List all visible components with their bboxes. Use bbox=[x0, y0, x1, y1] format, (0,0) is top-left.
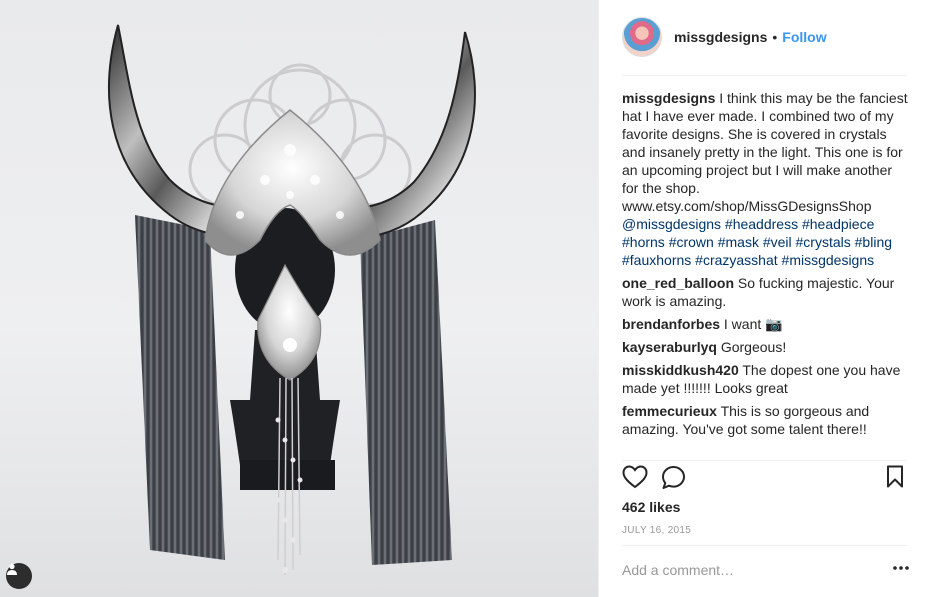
add-comment-input[interactable] bbox=[622, 562, 857, 578]
comment-username[interactable]: misskiddkush420 bbox=[622, 362, 739, 378]
post-header: missgdesigns • Follow bbox=[622, 17, 827, 57]
comment-item: misskiddkush420 The dopest one you have … bbox=[622, 361, 910, 397]
like-count[interactable]: 462 likes bbox=[622, 499, 680, 515]
author-username[interactable]: missgdesigns bbox=[674, 29, 767, 45]
person-tag-icon bbox=[7, 563, 17, 575]
post-sidebar: missgdesigns • Follow missgdesigns I thi… bbox=[598, 0, 927, 597]
header-separator: • bbox=[772, 29, 778, 45]
comment-item: femmecurieux This is so gorgeous and ama… bbox=[622, 402, 910, 438]
ellipsis-icon[interactable] bbox=[893, 566, 909, 570]
tagged-people-button[interactable] bbox=[6, 563, 32, 589]
instagram-post: missgdesigns • Follow missgdesigns I thi… bbox=[0, 0, 927, 597]
caption-text: I think this may be the fanciest hat I h… bbox=[622, 90, 908, 214]
headdress-photo-illustration bbox=[108, 24, 476, 576]
action-bar bbox=[622, 465, 912, 491]
speech-bubble-icon[interactable] bbox=[661, 465, 686, 490]
caption-hashtags[interactable]: @missgdesigns #headdress #headpiece #hor… bbox=[622, 216, 892, 268]
comment-item: brendanforbes I want 📷 bbox=[622, 315, 910, 333]
post-date: JULY 16, 2015 bbox=[622, 525, 692, 536]
comments-divider bbox=[622, 460, 907, 461]
bookmark-icon[interactable] bbox=[886, 465, 904, 488]
comment-username[interactable]: one_red_balloon bbox=[622, 275, 734, 291]
comment-text: I want 📷 bbox=[723, 316, 783, 332]
caption: missgdesigns I think this may be the fan… bbox=[622, 89, 910, 269]
comment-text: Gorgeous! bbox=[720, 339, 787, 355]
header-divider bbox=[622, 75, 907, 76]
comment-username[interactable]: kayseraburlyq bbox=[622, 339, 717, 355]
comment-username[interactable]: femmecurieux bbox=[622, 403, 717, 419]
heart-outline-icon[interactable] bbox=[622, 465, 648, 489]
avatar[interactable] bbox=[622, 17, 662, 57]
comment-username[interactable]: brendanforbes bbox=[622, 316, 720, 332]
comment-list[interactable]: missgdesigns I think this may be the fan… bbox=[622, 89, 910, 457]
caption-username[interactable]: missgdesigns bbox=[622, 90, 715, 106]
post-photo[interactable] bbox=[0, 0, 598, 597]
comment-item: one_red_balloon So fucking majestic. You… bbox=[622, 274, 910, 310]
comment-item: kayseraburlyq Gorgeous! bbox=[622, 338, 910, 356]
follow-button[interactable]: Follow bbox=[782, 29, 826, 45]
footer-divider bbox=[622, 545, 907, 546]
